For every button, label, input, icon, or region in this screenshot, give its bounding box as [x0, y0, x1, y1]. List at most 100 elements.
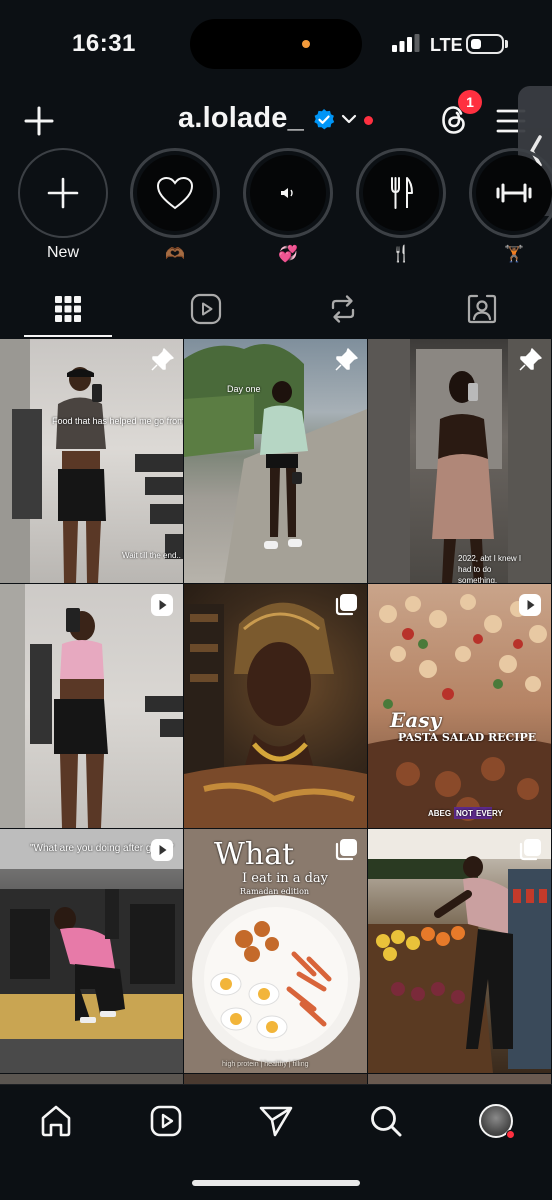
- post-tile[interactable]: [184, 584, 367, 828]
- nav-messages[interactable]: [248, 1099, 304, 1143]
- pin-icon: [335, 348, 358, 371]
- nav-profile[interactable]: [468, 1099, 524, 1143]
- post-tile[interactable]: [0, 1074, 183, 1084]
- highlight-label: 🏋🏾: [504, 246, 524, 263]
- post-thumbnail: [368, 594, 551, 828]
- highlight-label: 🫶🏾: [165, 246, 185, 263]
- profile-tabs: [0, 284, 552, 338]
- post-tile[interactable]: "What are you doing after gym?": [0, 829, 183, 1073]
- profile-username[interactable]: a.lolade_: [178, 102, 304, 135]
- plus-icon: [24, 106, 54, 136]
- post-thumbnail: [368, 339, 551, 583]
- nav-home[interactable]: [28, 1099, 84, 1143]
- avatar: [479, 1104, 515, 1139]
- speaker-icon: [281, 188, 293, 198]
- post-caption: Day one: [227, 384, 261, 394]
- carousel-icon: [519, 839, 541, 861]
- highlight-new[interactable]: New: [17, 148, 109, 264]
- post-thumbnail: [0, 584, 183, 828]
- highlight-ring: [356, 148, 446, 238]
- highlight-ring: [130, 148, 220, 238]
- heart-outline-icon: [156, 176, 194, 210]
- tab-reposts[interactable]: [299, 284, 387, 334]
- overlay-footer: high protein | healthy | filling: [222, 1061, 309, 1068]
- tagged-icon: [467, 294, 497, 324]
- chevron-down-icon[interactable]: [340, 110, 358, 128]
- reel-icon: [151, 839, 173, 861]
- pin-icon: [519, 348, 542, 371]
- fork-knife-icon: [391, 177, 413, 209]
- post-thumbnail: [0, 339, 183, 583]
- highlight-cover: [137, 155, 213, 231]
- highlight-ring: [469, 148, 552, 238]
- account-notification-dot: [364, 116, 373, 125]
- highlight-label: 🍴: [391, 246, 411, 263]
- post-thumbnail: [0, 829, 183, 1073]
- highlight-cover: [250, 155, 326, 231]
- nav-search[interactable]: [358, 1099, 414, 1143]
- signal-icon: [392, 34, 420, 52]
- status-time: 16:31: [72, 30, 136, 57]
- search-icon: [371, 1106, 402, 1137]
- tab-tagged[interactable]: [438, 284, 526, 334]
- threads-notification-badge: 1: [458, 90, 482, 114]
- post-tile[interactable]: [368, 1074, 551, 1084]
- post-tile[interactable]: [184, 1074, 367, 1084]
- overlay-subtitle: PASTA SALAD RECIPE: [398, 731, 537, 744]
- post-tile[interactable]: 2022, abt I knew I had to do something.: [368, 339, 551, 583]
- plus-icon: [47, 177, 79, 209]
- dynamic-island: [190, 19, 362, 69]
- battery-icon: [466, 34, 504, 54]
- post-tile[interactable]: Day one: [184, 339, 367, 583]
- post-tile[interactable]: [0, 584, 183, 828]
- highlight-item[interactable]: 💞: [242, 148, 334, 264]
- create-button[interactable]: [22, 104, 56, 138]
- highlight-item[interactable]: 🫶🏾: [129, 148, 221, 264]
- highlight-item[interactable]: 🏋🏾: [468, 148, 552, 264]
- overlay-title: Easy: [390, 708, 442, 732]
- post-thumbnail: [184, 602, 367, 828]
- highlight-label: 💞: [278, 246, 298, 263]
- tab-posts[interactable]: [24, 284, 112, 334]
- reel-icon: [519, 594, 541, 616]
- highlight-ring: [243, 148, 333, 238]
- profile-notification-dot: [506, 1130, 515, 1139]
- reels-icon: [190, 293, 222, 325]
- home-icon: [41, 1105, 71, 1137]
- post-tile[interactable]: Easy PASTA SALAD RECIPE ABEG NOT EVERY: [368, 584, 551, 828]
- post-tile[interactable]: [368, 829, 551, 1073]
- nav-reels[interactable]: [138, 1099, 194, 1143]
- home-indicator: [192, 1180, 360, 1186]
- send-icon: [259, 1106, 293, 1137]
- highlight-ring: [18, 148, 108, 238]
- post-caption: Food that has helped me go from this...: [52, 416, 183, 426]
- highlight-cover: [25, 155, 101, 231]
- post-thumbnail: [184, 344, 367, 583]
- highlight-label: New: [46, 244, 79, 261]
- status-bar: 16:31 LTE: [0, 0, 552, 92]
- grid-icon: [55, 296, 81, 322]
- carousel-icon: [335, 839, 357, 861]
- highlight-cover: [363, 155, 439, 231]
- carousel-icon: [335, 594, 357, 616]
- reel-icon: [151, 594, 173, 616]
- post-caption: 2022, abt I knew I had to do something.: [458, 554, 522, 583]
- overlay-brand-right: EVERY: [476, 809, 503, 818]
- verified-badge-icon: [314, 109, 335, 130]
- post-tile[interactable]: What I eat in a day Ramadan edition high…: [184, 829, 367, 1073]
- overlay-brand-left: ABEG: [428, 809, 452, 818]
- post-thumbnail: [368, 829, 551, 1073]
- tab-reels[interactable]: [162, 284, 250, 334]
- posts-grid: Food that has helped me go from this... …: [0, 339, 552, 1084]
- dumbbell-icon: [496, 183, 532, 203]
- overlay-tag: Ramadan edition: [240, 887, 310, 896]
- reels-icon: [150, 1105, 182, 1137]
- highlight-item[interactable]: 🍴: [355, 148, 447, 264]
- active-tab-indicator: [24, 335, 112, 337]
- post-tile[interactable]: Food that has helped me go from this... …: [0, 339, 183, 583]
- camera-indicator: [302, 40, 310, 48]
- post-caption-sub: Wait till the end..: [122, 551, 181, 560]
- repost-icon: [331, 295, 355, 323]
- overlay-brand-mid: NOT: [456, 809, 473, 818]
- overlay-subtitle: I eat in a day: [242, 871, 329, 886]
